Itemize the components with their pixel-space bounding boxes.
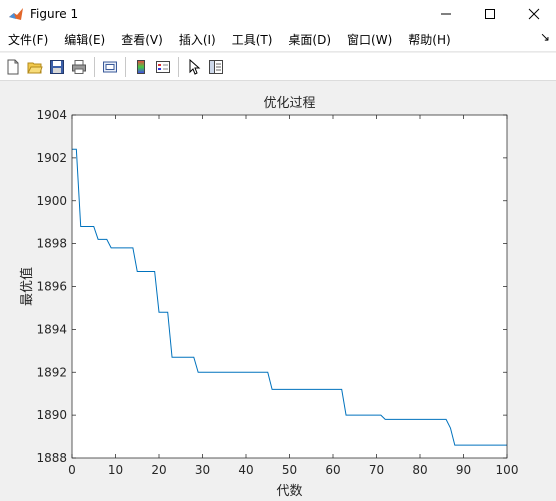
- menu-edit[interactable]: 编辑(E): [56, 29, 113, 51]
- property-editor-icon: [209, 59, 223, 74]
- save-button[interactable]: [46, 56, 68, 78]
- menu-file[interactable]: 文件(F): [0, 29, 56, 51]
- open-file-icon: [27, 62, 43, 73]
- matlab-logo-icon: [9, 8, 23, 20]
- minimize-icon: [441, 13, 451, 15]
- menu-view[interactable]: 查看(V): [113, 29, 171, 51]
- axes-background: [72, 115, 507, 458]
- x-tick-label: 40: [238, 463, 253, 477]
- window-controls: [424, 0, 556, 28]
- menu-insert[interactable]: 插入(I): [171, 29, 224, 51]
- figure-toolbar: [0, 53, 556, 81]
- y-axis-label: 最优值: [19, 267, 35, 306]
- x-tick-label: 20: [151, 463, 166, 477]
- colorbar-icon: [137, 59, 145, 74]
- y-tick-label: 1888: [36, 451, 67, 465]
- x-tick-label: 50: [282, 463, 297, 477]
- menu-help[interactable]: 帮助(H): [400, 29, 458, 51]
- figure-canvas: 优化过程 0 10 20 30 40 50 60 70 80 90 100 1888 1890 1892 1…: [0, 82, 556, 501]
- line-chart[interactable]: 优化过程 0 10 20 30 40 50 60 70 80 90 100 1888 1890 1892 1…: [0, 82, 556, 501]
- save-icon: [50, 59, 64, 74]
- y-tick-label: 1890: [36, 408, 67, 422]
- x-axis-label: 代数: [276, 484, 302, 499]
- property-editor-button[interactable]: [205, 56, 227, 78]
- toolbar-separator: [94, 56, 95, 77]
- y-tick-label: 1902: [36, 151, 67, 165]
- new-figure-button[interactable]: [2, 56, 24, 78]
- legend-button[interactable]: [152, 56, 174, 78]
- window-title: Figure 1: [30, 7, 79, 21]
- menu-desktop[interactable]: 桌面(D): [280, 29, 339, 51]
- toolbar-separator: [125, 56, 126, 77]
- title-bar: Figure 1: [0, 0, 556, 28]
- menu-window[interactable]: 窗口(W): [339, 29, 400, 51]
- chart-title: 优化过程: [263, 96, 315, 111]
- menu-bar: 文件(F) 编辑(E) 查看(V) 插入(I) 工具(T) 桌面(D) 窗口(W…: [0, 28, 556, 52]
- y-tick-label: 1904: [36, 108, 67, 122]
- y-tick-label: 1898: [36, 237, 67, 251]
- y-tick-label: 1892: [36, 365, 67, 379]
- y-tick-label: 1896: [36, 280, 67, 294]
- new-figure-icon: [7, 59, 19, 74]
- menu-tools[interactable]: 工具(T): [224, 29, 281, 51]
- close-icon: [528, 8, 540, 20]
- x-tick-label: 30: [195, 463, 210, 477]
- x-tick-label: 100: [496, 463, 519, 477]
- y-tick-label: 1894: [36, 322, 67, 336]
- undock-arrow-icon[interactable]: ↘: [540, 30, 550, 44]
- edit-plot-button[interactable]: [183, 56, 205, 78]
- open-file-button[interactable]: [24, 56, 46, 78]
- toolbar-separator: [178, 56, 179, 77]
- x-tick-label: 70: [369, 463, 384, 477]
- x-tick-label: 10: [108, 463, 123, 477]
- maximize-icon: [485, 9, 495, 19]
- x-tick-label: 0: [68, 463, 76, 477]
- x-tick-label: 60: [325, 463, 340, 477]
- print-icon: [72, 59, 86, 74]
- minimize-button[interactable]: [424, 0, 468, 28]
- pointer-icon: [189, 58, 201, 75]
- close-button[interactable]: [512, 0, 556, 28]
- x-tick-label: 80: [412, 463, 427, 477]
- print-button[interactable]: [68, 56, 90, 78]
- colorbar-button[interactable]: [130, 56, 152, 78]
- x-tick-label: 90: [456, 463, 471, 477]
- legend-icon: [156, 60, 170, 73]
- maximize-button[interactable]: [468, 0, 512, 28]
- y-tick-label: 1900: [36, 194, 67, 208]
- link-plot-button[interactable]: [99, 56, 121, 78]
- link-icon: [103, 61, 117, 72]
